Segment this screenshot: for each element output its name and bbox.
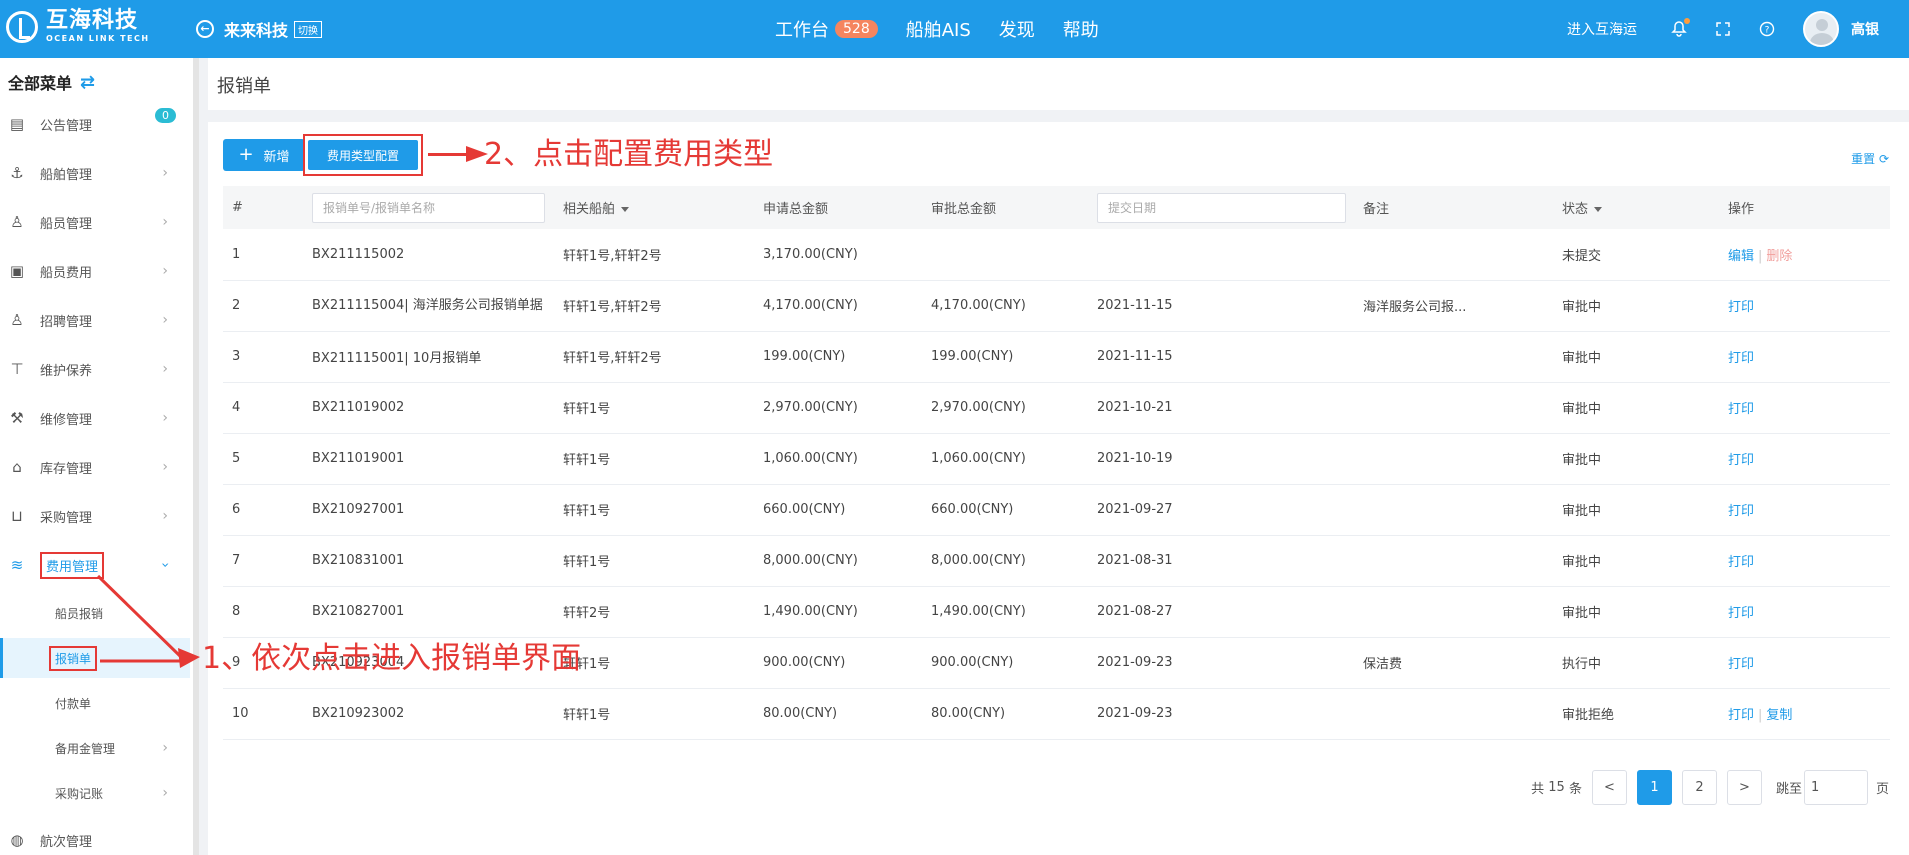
annotation-arrow-1: [96, 574, 200, 668]
annotation-step-1: 1、依次点击进入报销单界面: [202, 641, 582, 676]
